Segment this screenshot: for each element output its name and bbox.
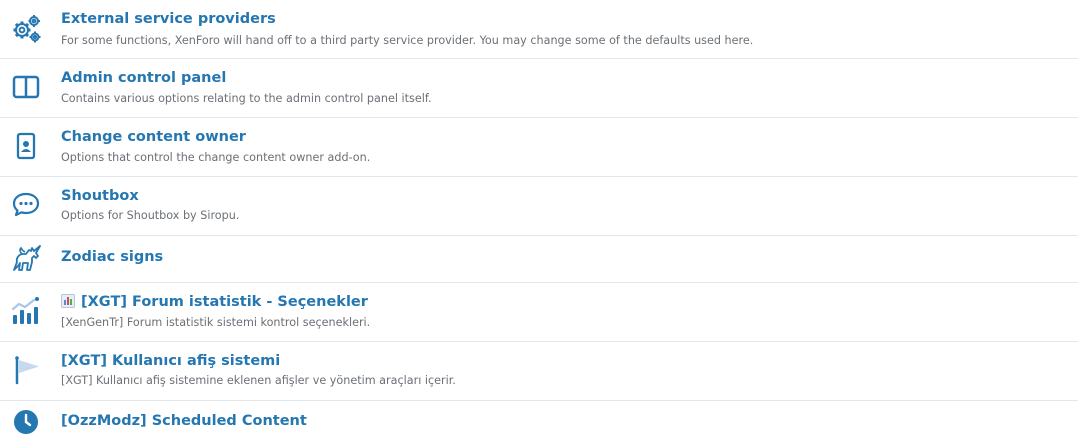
option-description: [XGT] Kullanıcı afiş sistemine eklenen a…	[61, 374, 456, 387]
id-badge-icon	[8, 128, 44, 164]
option-zodiac-signs[interactable]: Zodiac signs	[0, 235, 1078, 282]
option-title-text: [XGT] Forum istatistik - Seçenekler	[81, 294, 368, 310]
option-description: Options for Shoutbox by Siropu.	[61, 209, 240, 222]
option-change-content-owner[interactable]: Change content owner Options that contro…	[0, 117, 1078, 176]
options-list: External service providers For some func…	[0, 0, 1078, 445]
divider	[0, 235, 1078, 236]
option-title[interactable]: [XGT] Kullanıcı afiş sistemi	[61, 353, 280, 369]
option-external-service-providers[interactable]: External service providers For some func…	[0, 0, 1078, 58]
option-title[interactable]: Admin control panel	[61, 70, 226, 86]
option-title[interactable]: Shoutbox	[61, 188, 139, 204]
flag-pennant-icon	[8, 352, 44, 388]
option-title[interactable]: Zodiac signs	[61, 249, 163, 265]
comment-dots-icon	[8, 186, 44, 222]
unicorn-icon	[8, 240, 44, 276]
option-ozzmodz-scheduled-content[interactable]: [OzzModz] Scheduled Content	[0, 400, 1078, 445]
divider	[0, 400, 1078, 401]
option-description: Options that control the change content …	[61, 151, 371, 164]
divider	[0, 282, 1078, 283]
divider	[0, 58, 1078, 59]
option-title[interactable]: Change content owner	[61, 129, 246, 145]
option-title[interactable]: [XGT] Forum istatistik - Seçenekler	[61, 294, 368, 310]
option-title[interactable]: External service providers	[61, 11, 276, 27]
chart-mixed-icon	[8, 293, 44, 329]
option-description: [XenGenTr] Forum istatistik sistemi kont…	[61, 316, 371, 329]
option-description: For some functions, XenForo will hand of…	[61, 34, 754, 47]
option-title[interactable]: [OzzModz] Scheduled Content	[61, 413, 307, 429]
clock-icon	[8, 404, 44, 440]
option-description: Contains various options relating to the…	[61, 92, 432, 105]
divider	[0, 176, 1078, 177]
columns-icon	[8, 69, 44, 105]
divider	[0, 117, 1078, 118]
option-xgt-forum-istatistik[interactable]: [XGT] Forum istatistik - Seçenekler [Xen…	[0, 282, 1078, 341]
option-shoutbox[interactable]: Shoutbox Options for Shoutbox by Siropu.	[0, 176, 1078, 235]
gears-icon	[8, 10, 44, 46]
option-admin-control-panel[interactable]: Admin control panel Contains various opt…	[0, 58, 1078, 117]
option-xgt-kullanici-afis-sistemi[interactable]: [XGT] Kullanıcı afiş sistemi [XGT] Kulla…	[0, 341, 1078, 400]
bar-chart-emoji	[61, 294, 75, 308]
divider	[0, 341, 1078, 342]
